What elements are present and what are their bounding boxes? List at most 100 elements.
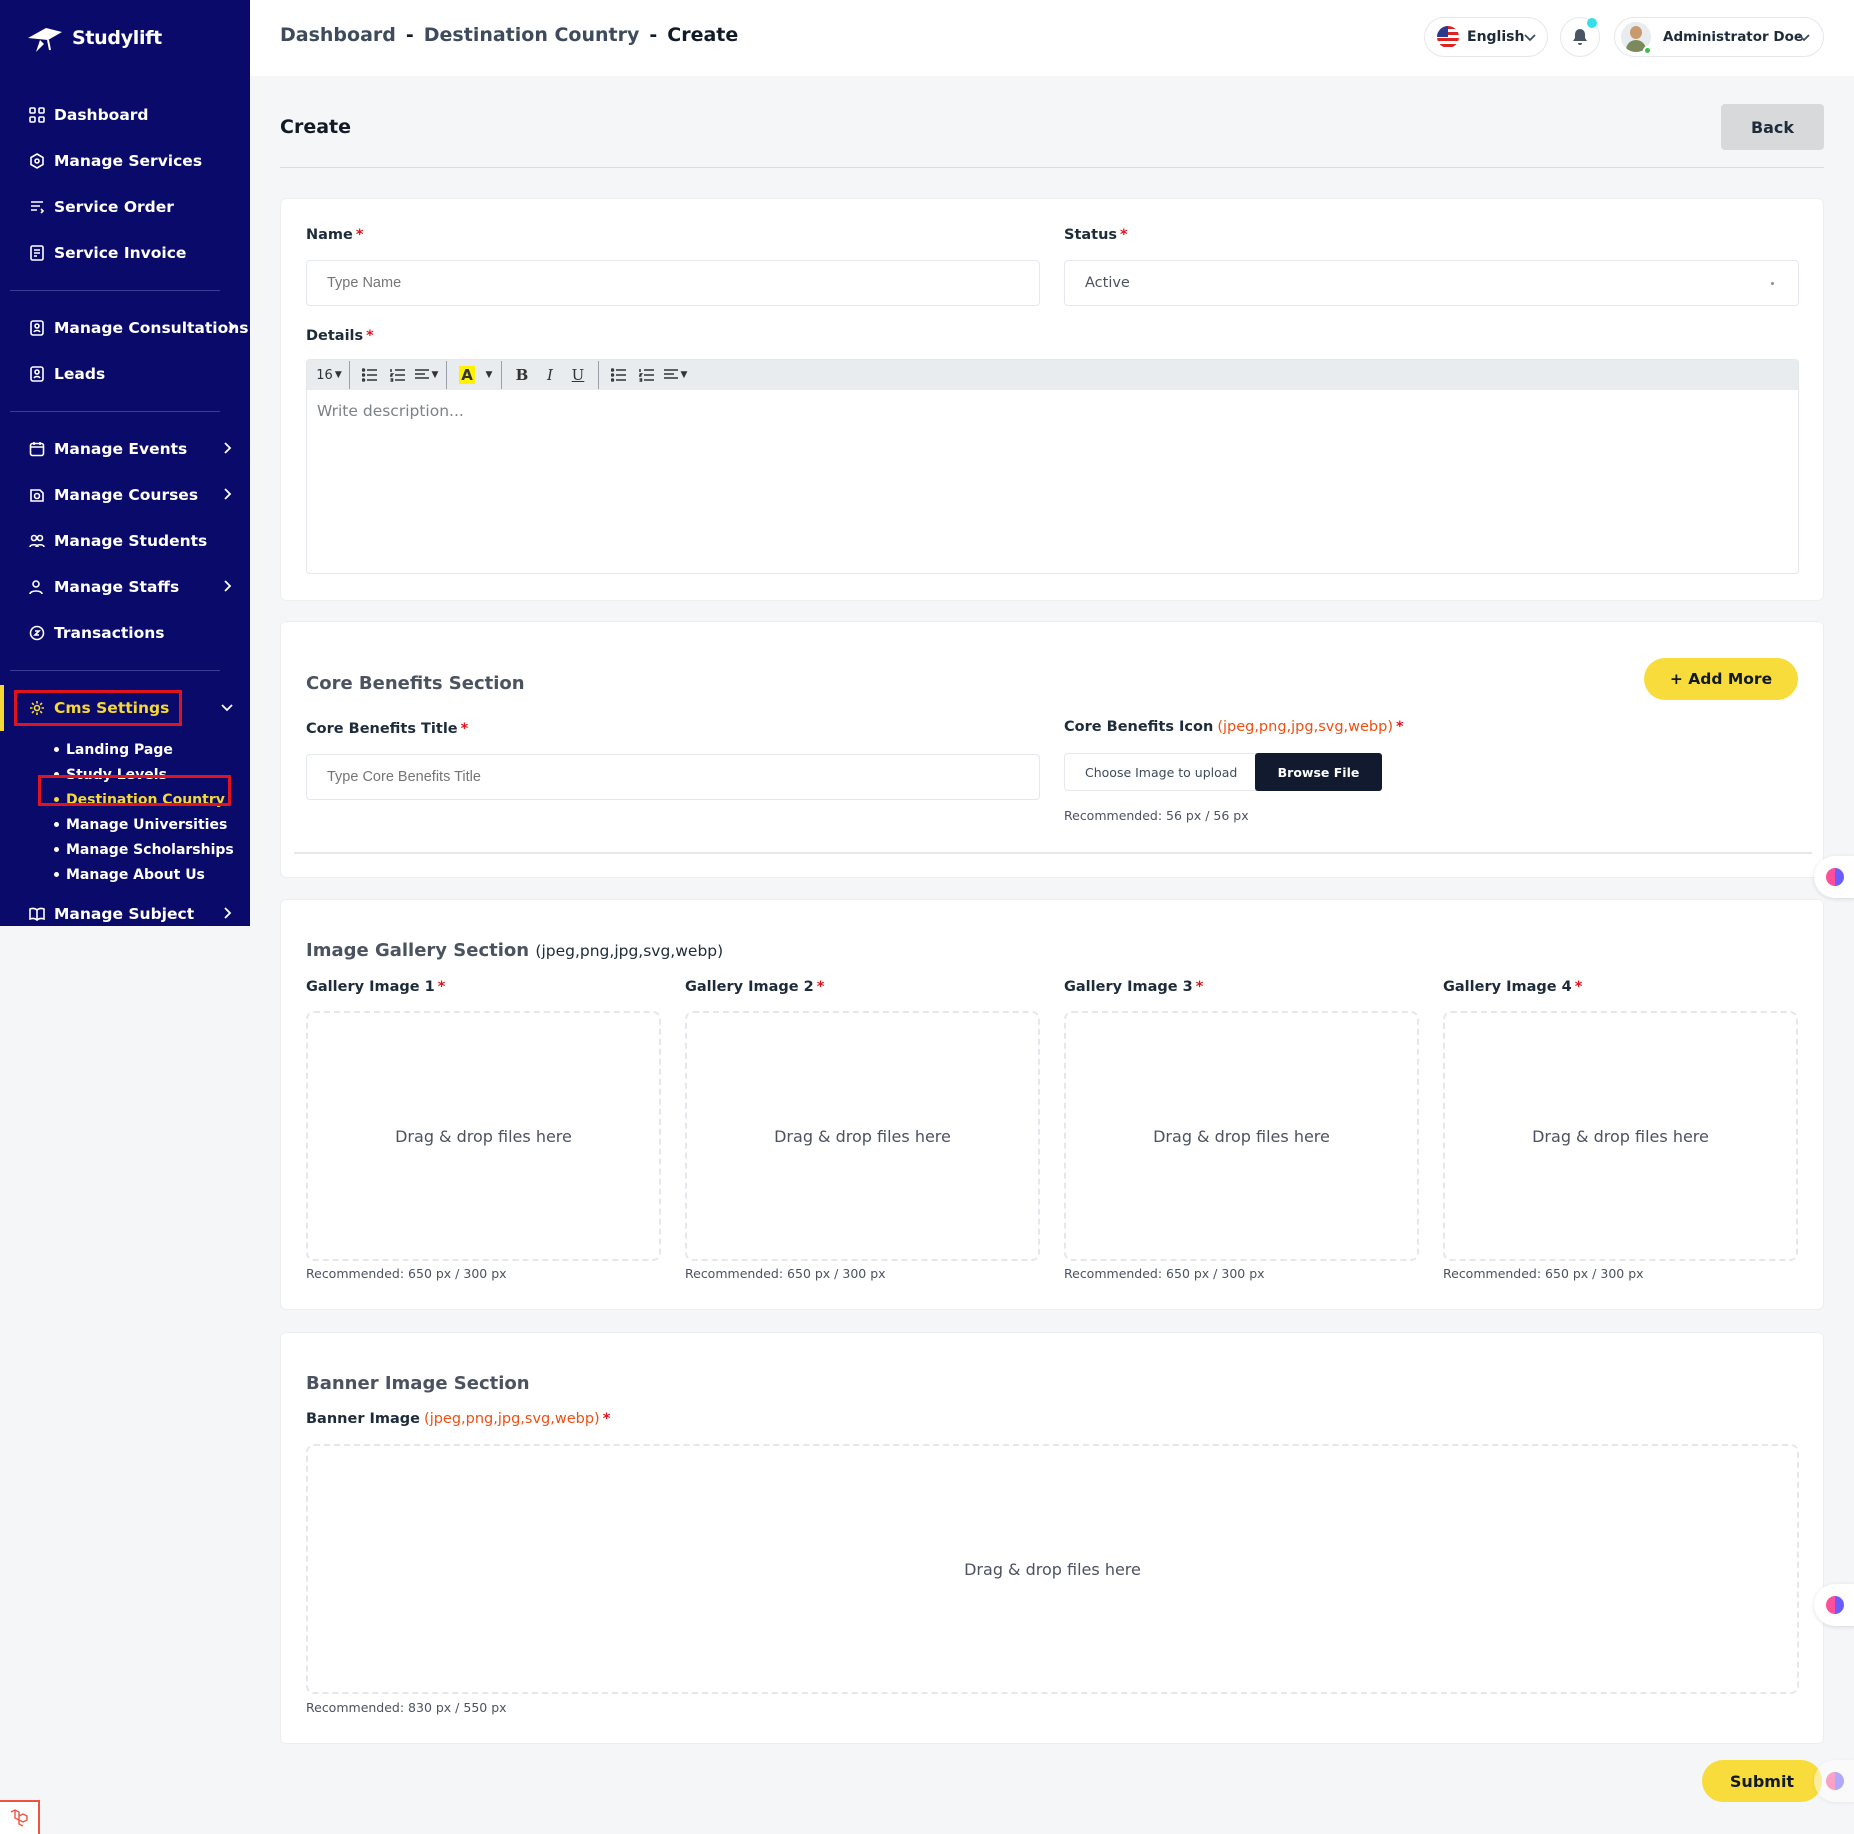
core-benefits-recommended: Recommended: 56 px / 56 px: [1064, 808, 1249, 823]
breadcrumb: Dashboard - Destination Country - Create: [280, 24, 738, 46]
sidebar: Studylift Dashboard Manage Services Serv…: [0, 0, 250, 926]
staffs-icon: [28, 578, 46, 596]
highlight-box: [38, 775, 231, 806]
align-dropdown-icon[interactable]: ▼: [412, 364, 440, 386]
color-dropdown-caret[interactable]: ▼: [481, 364, 495, 386]
gallery-section-title: Image Gallery Section (jpeg,png,jpg,svg,…: [306, 940, 724, 961]
gallery-image-2-label: Gallery Image 2 *: [685, 979, 825, 995]
breadcrumb-destination-country[interactable]: Destination Country: [424, 24, 640, 46]
sidebar-item-label: Transactions: [54, 624, 165, 642]
banner-image-card: Banner Image Section Banner Image (jpeg,p…: [280, 1332, 1824, 1744]
gallery-image-1-label: Gallery Image 1 *: [306, 979, 446, 995]
gallery-image-2-dropzone[interactable]: Drag & drop files here: [685, 1011, 1040, 1261]
gallery-image-4-label: Gallery Image 4 *: [1443, 979, 1583, 995]
core-benefits-title-input[interactable]: [306, 754, 1040, 800]
sidebar-item-label: Leads: [54, 365, 106, 383]
bullet-list-icon[interactable]: [605, 364, 633, 386]
chevron-down-icon: [1523, 30, 1537, 48]
title-divider: [280, 167, 1824, 168]
us-flag-icon: [1437, 26, 1459, 48]
sidebar-item-label: Manage Students: [54, 532, 208, 550]
status-select[interactable]: Active: [1064, 260, 1799, 306]
sidebar-item-label: Service Order: [54, 198, 174, 216]
sidebar-item-leads[interactable]: Leads: [0, 351, 250, 397]
gallery-image-3-recommended: Recommended: 650 px / 300 px: [1064, 1266, 1265, 1281]
sidebar-item-manage-events[interactable]: Manage Events: [0, 426, 250, 472]
leads-icon: [28, 365, 46, 383]
italic-icon[interactable]: I: [536, 364, 564, 386]
sidebar-item-manage-staffs[interactable]: Manage Staffs: [0, 564, 250, 610]
calendar-icon: [28, 440, 46, 458]
sidebar-item-manage-students[interactable]: Manage Students: [0, 518, 250, 564]
browse-file-button[interactable]: Browse File: [1255, 753, 1382, 791]
dropzone-text: Drag & drop files here: [774, 1126, 951, 1146]
underline-icon[interactable]: U: [564, 364, 592, 386]
status-value: Active: [1085, 275, 1130, 291]
chevron-down-icon: [220, 700, 236, 716]
core-benefits-icon-label: Core Benefits Icon (jpeg,png,jpg,svg,webp…: [1064, 719, 1404, 735]
gallery-image-3-dropzone[interactable]: Drag & drop files here: [1064, 1011, 1419, 1261]
editor-toolbar: 16 ▼ ▼ A ▼ B I U ▼: [307, 360, 1798, 390]
chevron-right-icon: [220, 487, 236, 503]
sidebar-divider: [10, 670, 220, 671]
sidebar-item-manage-consultations[interactable]: Manage Consultations: [0, 305, 250, 351]
courses-icon: [28, 486, 46, 504]
submenu-manage-about-us[interactable]: Manage About Us: [54, 862, 250, 887]
sidebar-item-service-order[interactable]: Service Order: [0, 184, 250, 230]
submenu-manage-scholarships[interactable]: Manage Scholarships: [54, 837, 250, 862]
core-benefits-icon-file-input[interactable]: Choose Image to upload Browse File: [1064, 753, 1382, 791]
gallery-image-1-recommended: Recommended: 650 px / 300 px: [306, 1266, 507, 1281]
toolbar-divider: [446, 361, 447, 389]
brand-logo[interactable]: Studylift: [26, 22, 162, 54]
banner-image-dropzone[interactable]: Drag & drop files here: [306, 1444, 1799, 1694]
banner-image-label: Banner Image (jpeg,png,jpg,svg,webp) *: [306, 1411, 611, 1427]
banner-recommended: Recommended: 830 px / 550 px: [306, 1700, 507, 1715]
sidebar-item-service-invoice[interactable]: Service Invoice: [0, 230, 250, 276]
breadcrumb-separator: -: [649, 24, 658, 46]
sidebar-item-manage-subject[interactable]: Manage Subject: [0, 891, 250, 937]
notifications-button[interactable]: [1560, 17, 1600, 57]
language-selector[interactable]: English: [1424, 17, 1548, 57]
gallery-image-1-dropzone[interactable]: Drag & drop files here: [306, 1011, 661, 1261]
notification-dot: [1587, 18, 1597, 28]
submenu-manage-universities[interactable]: Manage Universities: [54, 812, 250, 837]
section-divider: [294, 852, 1812, 854]
back-button[interactable]: Back: [1721, 104, 1824, 150]
debug-bar-button[interactable]: [0, 1800, 40, 1834]
user-menu[interactable]: Administrator Doe: [1614, 17, 1824, 57]
font-size-dropdown[interactable]: 16 ▼: [315, 364, 343, 386]
sidebar-item-manage-courses[interactable]: Manage Courses: [0, 472, 250, 518]
name-input[interactable]: [306, 260, 1040, 306]
cms-submenu: Landing Page Study Levels Destination Co…: [0, 731, 250, 887]
breadcrumb-current: Create: [667, 24, 739, 46]
ai-assistant-button[interactable]: [1814, 1760, 1854, 1802]
add-more-button[interactable]: + Add More: [1644, 658, 1798, 700]
bold-icon[interactable]: B: [508, 364, 536, 386]
toolbar-divider: [349, 361, 350, 389]
numbered-list-icon[interactable]: [633, 364, 661, 386]
chevron-right-icon: [220, 579, 236, 595]
status-label: Status *: [1064, 227, 1128, 243]
brain-icon: [1826, 1596, 1844, 1614]
gallery-image-4-dropzone[interactable]: Drag & drop files here: [1443, 1011, 1798, 1261]
online-status-dot: [1643, 46, 1652, 55]
image-gallery-card: Image Gallery Section (jpeg,png,jpg,svg,…: [280, 899, 1824, 1310]
submenu-landing-page[interactable]: Landing Page: [54, 737, 250, 762]
numbered-list-icon[interactable]: [384, 364, 412, 386]
submit-button[interactable]: Submit: [1702, 1760, 1822, 1802]
order-icon: [28, 198, 46, 216]
sidebar-item-manage-services[interactable]: Manage Services: [0, 138, 250, 184]
ai-assistant-button[interactable]: [1814, 1584, 1854, 1626]
page-title: Create: [280, 116, 351, 138]
sidebar-item-cms-settings[interactable]: Cms Settings: [0, 685, 250, 731]
ai-assistant-button[interactable]: [1814, 856, 1854, 898]
brand-name: Studylift: [72, 27, 162, 49]
editor-content[interactable]: Write description...: [307, 390, 1798, 432]
bullet-list-icon[interactable]: [356, 364, 384, 386]
sidebar-item-transactions[interactable]: Transactions: [0, 610, 250, 656]
paragraph-dropdown-icon[interactable]: ▼: [661, 364, 689, 386]
breadcrumb-dashboard[interactable]: Dashboard: [280, 24, 396, 46]
bell-icon: [1573, 29, 1587, 45]
sidebar-item-dashboard[interactable]: Dashboard: [0, 92, 250, 138]
text-color-icon[interactable]: A: [453, 364, 481, 386]
